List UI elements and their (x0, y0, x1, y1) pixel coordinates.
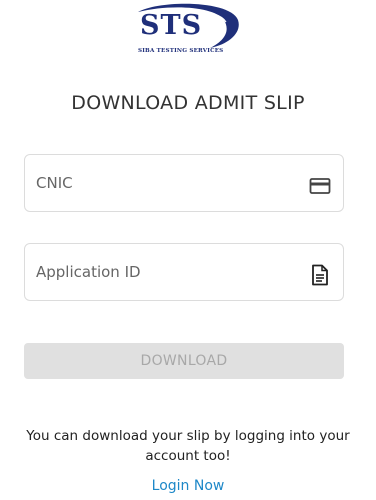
document-icon (309, 264, 331, 286)
login-now-link[interactable]: Login Now (0, 478, 376, 494)
application-id-input[interactable] (36, 244, 296, 300)
logo-text: STS (140, 10, 203, 41)
sts-logo: STS SIBA TESTING SERVICES (130, 2, 244, 58)
cnic-input[interactable] (36, 155, 296, 211)
logo-subtitle: SIBA TESTING SERVICES (138, 48, 224, 54)
page-title: DOWNLOAD ADMIT SLIP (71, 92, 305, 114)
page: STS SIBA TESTING SERVICES DOWNLOAD ADMIT… (0, 0, 376, 500)
application-id-field[interactable] (24, 243, 344, 301)
login-hint-text: You can download your slip by logging in… (26, 428, 350, 464)
download-button[interactable]: DOWNLOAD (24, 343, 344, 379)
cnic-field[interactable] (24, 154, 344, 212)
credit-card-icon (309, 175, 331, 197)
